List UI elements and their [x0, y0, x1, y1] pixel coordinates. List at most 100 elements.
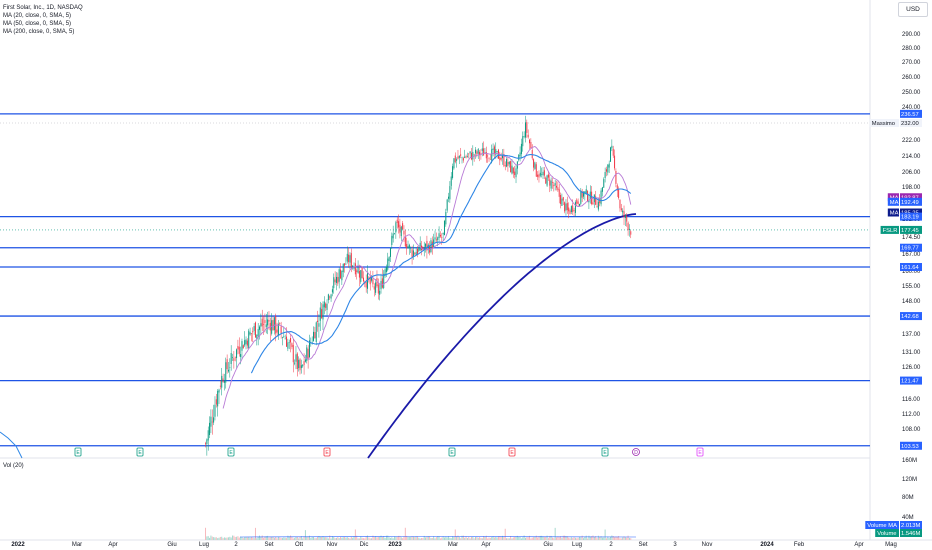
candle-body [614, 155, 616, 169]
volume-tick-label: 80M [902, 495, 914, 501]
volume-bars [205, 527, 632, 540]
candle-body [477, 148, 479, 154]
candle-body [260, 323, 262, 327]
candle-body [529, 139, 531, 144]
candle-body [564, 202, 566, 212]
volume-bar [298, 538, 300, 540]
volume-bar [630, 538, 632, 540]
volume-bar [333, 536, 335, 540]
volume-bar [520, 538, 522, 540]
candle-body [346, 253, 348, 262]
time-axis-label: Giu [167, 542, 176, 548]
volume-bar [430, 538, 432, 540]
currency-button[interactable]: USD [898, 2, 928, 17]
volume-tag-label: Volume [877, 531, 896, 537]
candle-body [597, 201, 599, 210]
price-tag-value: 169.77 [901, 246, 919, 252]
candle-body [268, 320, 270, 322]
volume-bar [403, 536, 405, 540]
volume-bar [569, 538, 571, 540]
candle-body [492, 148, 494, 151]
volume-bar [547, 538, 549, 540]
candle-body [335, 276, 337, 283]
candle-body [337, 276, 339, 284]
candle-body [450, 176, 452, 186]
candle-body [257, 329, 259, 336]
candle-body [223, 381, 225, 383]
volume-bar [583, 538, 585, 540]
price-tick-label: 270.00 [902, 60, 921, 66]
volume-bar [214, 537, 216, 540]
volume-bar [546, 535, 548, 540]
volume-bar [373, 537, 375, 540]
candle-body [287, 342, 289, 349]
candle-body [570, 206, 572, 213]
volume-bar [308, 535, 310, 540]
volume-bar [495, 536, 497, 540]
price-tick-label: 108.00 [902, 427, 921, 433]
volume-bar [608, 537, 610, 540]
candle-body [469, 151, 471, 154]
volume-bar [242, 538, 244, 540]
candle-body [600, 190, 602, 205]
candle-body [219, 385, 221, 387]
candle-body [227, 369, 229, 372]
volume-bar [348, 537, 350, 540]
price-chart[interactable]: 290.00280.00270.00260.00250.00240.00232.… [0, 0, 932, 550]
candle-body [348, 254, 350, 263]
volume-bar [321, 537, 323, 540]
candle-body [527, 134, 529, 138]
candle-body [560, 195, 562, 204]
volume-bar [233, 535, 235, 540]
volume-bar [254, 527, 256, 540]
volume-bar [388, 537, 390, 540]
volume-bar [223, 537, 225, 540]
volume-bar [259, 535, 261, 540]
candle-body [562, 197, 564, 201]
candle-body [379, 290, 381, 295]
volume-bar [581, 535, 583, 540]
candle-body [232, 357, 234, 358]
candle-body [365, 281, 367, 288]
candle-body [215, 399, 217, 405]
candle-body [326, 303, 328, 310]
volume-bar [280, 538, 282, 540]
price-tag-label: MA [890, 211, 899, 217]
legend-title: First Solar, Inc., 1D, NASDAQ [3, 5, 83, 11]
volume-bar [524, 537, 526, 540]
volume-bar [362, 538, 364, 540]
candle-body [535, 164, 537, 177]
price-tick-label: 112.00 [902, 412, 921, 418]
volume-bar [593, 536, 595, 540]
volume-bar [454, 529, 456, 540]
volume-bar [618, 535, 620, 540]
candle-body [317, 320, 319, 322]
price-tag: MA 192.49 [887, 197, 922, 206]
candle-body [569, 210, 571, 214]
volume-bar [601, 537, 603, 540]
time-axis-label: 2 [609, 542, 613, 548]
volume-bar [504, 528, 506, 540]
volume-tag-value: 2.013M [901, 523, 921, 529]
volume-bar [244, 537, 246, 540]
candle-body [472, 151, 474, 160]
time-axis-label: Mar [72, 542, 82, 548]
volume-bar [367, 535, 369, 540]
volume-bar [307, 536, 309, 540]
volume-bar [564, 535, 566, 540]
volume-bar [230, 537, 232, 540]
candle-body [411, 249, 413, 257]
candle-body [303, 361, 305, 365]
volume-bar [531, 537, 533, 540]
volume-bar [410, 536, 412, 540]
volume-bar [396, 536, 398, 540]
price-tag: 121.47 [900, 376, 922, 385]
volume-bar [472, 536, 474, 540]
price-tag-value: 177.45 [901, 228, 919, 234]
candle-body [453, 158, 455, 169]
candle-body [284, 338, 286, 340]
price-tag-label: FSLR [883, 228, 898, 234]
price-tag-value: 121.47 [901, 379, 919, 385]
price-tick-label: 131.00 [902, 350, 921, 356]
volume-bar [443, 537, 445, 540]
